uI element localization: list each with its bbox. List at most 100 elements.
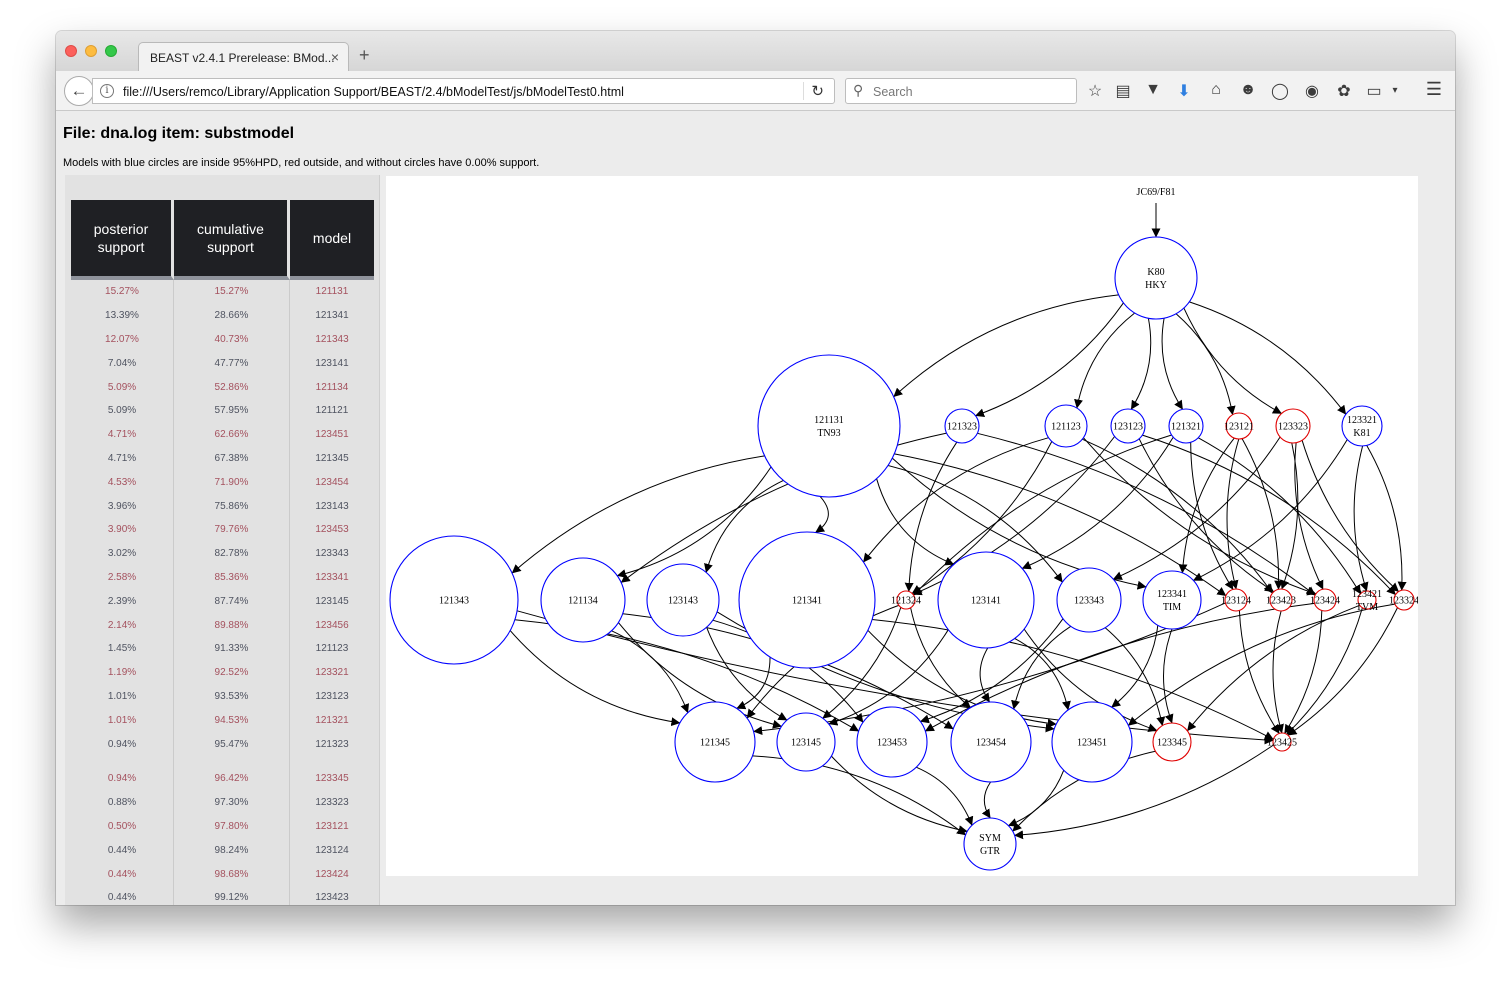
reading-list-icon[interactable]: ▤ — [1112, 81, 1134, 101]
model-cell: 123345 — [315, 773, 349, 785]
posterior-cell: 1.01% — [71, 684, 174, 709]
table-row[interactable]: 1.19% 92.52% 123321 — [71, 660, 374, 685]
graph-node-123454[interactable]: 123454 — [950, 701, 1032, 783]
close-window-button[interactable] — [65, 45, 77, 57]
dropdown-chevron-icon[interactable]: ▾ — [1384, 85, 1406, 96]
browser-tab[interactable]: BEAST v2.4.1 Prerelease: BMod... × — [138, 42, 349, 72]
table-row[interactable]: 4.53% 71.90% 123454 — [71, 470, 374, 495]
graph-node-123453[interactable]: 123453 — [856, 706, 928, 778]
info-icon[interactable]: i — [100, 84, 114, 98]
graph-node-121345[interactable]: 121345 — [674, 701, 756, 783]
table-row[interactable]: 12.07% 40.73% 121343 — [71, 327, 374, 352]
extension-icon[interactable]: ✿ — [1333, 81, 1355, 101]
graph-node-123345[interactable]: 123345 — [1152, 722, 1192, 762]
table-row[interactable]: 1.01% 93.53% 123123 — [71, 684, 374, 709]
posterior-cell: 5.09% — [71, 375, 174, 399]
graph-node-121324[interactable]: 121324 — [891, 590, 921, 610]
table-row[interactable]: 0.50% 97.80% 123121 — [71, 814, 374, 839]
url-bar[interactable]: i file:///Users/remco/Library/Applicatio… — [92, 78, 835, 104]
table-row[interactable]: 0.88% 97.30% 123323 — [71, 790, 374, 815]
table-row[interactable]: 2.58% 85.36% 123341 — [71, 565, 374, 590]
column-header-model[interactable]: model — [290, 200, 374, 280]
graph-node-121323[interactable]: 121323 — [944, 408, 980, 444]
table-row[interactable]: 0.44% 98.24% 123124 — [71, 838, 374, 863]
cumulative-cell: 28.66% — [174, 303, 290, 328]
tab-close-icon[interactable]: × — [331, 49, 339, 65]
table-row[interactable]: 0.94% 95.47% 121323 — [71, 732, 374, 756]
graph-node-123421[interactable]: 123421 TVM — [1352, 589, 1382, 613]
graph-node-123321[interactable]: 123321 K81 — [1341, 405, 1383, 447]
minimize-window-button[interactable] — [85, 45, 97, 57]
graph-node-123323[interactable]: 123323 — [1275, 408, 1311, 444]
graph-node-121321[interactable]: 121321 — [1168, 408, 1204, 444]
node-circle — [1341, 405, 1383, 447]
home-icon[interactable]: ⌂ — [1205, 81, 1227, 99]
table-row[interactable]: 4.71% 62.66% 123451 — [71, 422, 374, 447]
graph-node-k80[interactable]: K80 HKY — [1114, 236, 1198, 320]
graph-node-121341[interactable]: 121341 — [738, 531, 876, 669]
clipboard-icon[interactable]: ▭ — [1363, 81, 1385, 101]
graph-edge — [1286, 607, 1363, 735]
table-row[interactable]: 2.14% 89.88% 123456 — [71, 613, 374, 637]
graph-node-121131[interactable]: 121131 TN93 — [757, 354, 901, 498]
search-input[interactable]: ⚲ Search — [845, 78, 1077, 104]
graph-node-123451[interactable]: 123451 — [1051, 701, 1133, 783]
graph-node-123141[interactable]: 123141 — [937, 551, 1035, 649]
graph-node-123341[interactable]: 123341 TIM — [1142, 570, 1202, 630]
ghostery-icon[interactable]: ◉ — [1301, 81, 1323, 101]
table-row[interactable]: 13.39% 28.66% 121341 — [71, 303, 374, 328]
cumulative-cell: 98.68% — [174, 862, 290, 886]
model-graph-panel: K80 HKY 121131 TN93 121323 121123 123123 121321… — [386, 176, 1418, 876]
graph-node-123123[interactable]: 123123 — [1110, 408, 1146, 444]
graph-node-121343[interactable]: 121343 — [389, 535, 519, 665]
table-row[interactable]: 3.90% 79.76% 123453 — [71, 517, 374, 542]
graph-node-121134[interactable]: 121134 — [540, 557, 626, 643]
posterior-cell: 4.71% — [71, 446, 174, 471]
pocket-icon[interactable]: ▼ — [1142, 81, 1164, 99]
table-row[interactable]: 7.04% 47.77% 123141 — [71, 351, 374, 376]
bookmark-star-icon[interactable]: ☆ — [1084, 81, 1106, 101]
graph-node-121123[interactable]: 121123 — [1044, 404, 1088, 448]
graph-node-123343[interactable]: 123343 — [1056, 567, 1122, 633]
graph-edge — [916, 766, 974, 826]
graph-node-123424[interactable]: 123424 — [1310, 588, 1340, 612]
table-row[interactable]: 15.27% 15.27% 121131 — [71, 280, 374, 304]
table-row[interactable]: 3.02% 82.78% 123343 — [71, 541, 374, 566]
graph-node-123124[interactable]: 123124 — [1221, 588, 1251, 612]
table-row[interactable]: 0.94% 96.42% 123345 — [71, 766, 374, 791]
model-cell: 121321 — [315, 714, 349, 726]
graph-node-123425[interactable]: 123425 — [1267, 732, 1297, 752]
graph-node-123121[interactable]: 123121 — [1224, 412, 1254, 440]
downloads-icon[interactable]: ⬇ — [1173, 81, 1195, 101]
maximize-window-button[interactable] — [105, 45, 117, 57]
table-row[interactable]: 4.71% 67.38% 121345 — [71, 446, 374, 471]
menu-hamburger-icon[interactable]: ☰ — [1423, 79, 1445, 100]
node-label: 123124 — [1221, 596, 1251, 607]
table-row[interactable]: 3.96% 75.86% 123143 — [71, 494, 374, 518]
graph-node-123145[interactable]: 123145 — [776, 712, 836, 772]
graph-node-123423[interactable]: 123423 — [1266, 588, 1296, 612]
reload-icon[interactable]: ↻ — [803, 82, 824, 100]
node-label: 121323 — [947, 422, 977, 433]
table-row[interactable]: 0.44% 98.68% 123424 — [71, 862, 374, 886]
ublock-icon[interactable]: ◯ — [1269, 81, 1291, 101]
support-table-panel[interactable]: posterior support cumulative support mod… — [65, 175, 380, 905]
table-row[interactable]: 5.09% 52.86% 121134 — [71, 375, 374, 399]
new-tab-button[interactable]: + — [359, 45, 370, 66]
table-row[interactable]: 5.09% 57.95% 121121 — [71, 398, 374, 423]
column-header-cumulative[interactable]: cumulative support — [174, 200, 290, 280]
table-row[interactable]: 0.44% 99.12% 123423 — [71, 885, 374, 905]
back-button[interactable]: ← — [64, 76, 94, 106]
graph-edge — [616, 466, 772, 578]
title-bar: BEAST v2.4.1 Prerelease: BMod... × + — [56, 31, 1455, 72]
table-row[interactable]: 1.45% 91.33% 121123 — [71, 636, 374, 661]
graph-node-sym[interactable]: SYM GTR — [963, 817, 1017, 871]
table-cell-spacer — [290, 756, 374, 767]
emoji-icon[interactable]: ☻ — [1237, 81, 1259, 99]
cumulative-cell: 87.74% — [174, 589, 290, 614]
column-header-posterior[interactable]: posterior support — [71, 200, 174, 280]
graph-node-123143[interactable]: 123143 — [646, 563, 720, 637]
table-row[interactable]: 2.39% 87.74% 123145 — [71, 589, 374, 614]
table-row[interactable]: 1.01% 94.53% 121321 — [71, 708, 374, 733]
graph-edge — [1161, 318, 1184, 410]
